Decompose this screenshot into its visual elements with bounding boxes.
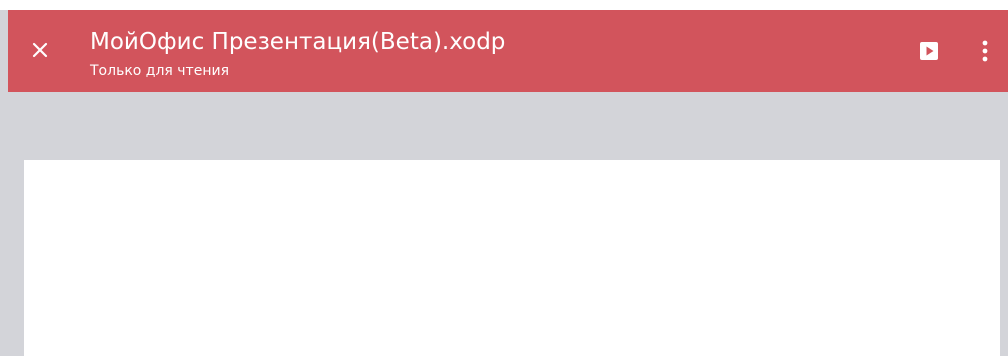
more-options-button[interactable] (970, 32, 1000, 70)
close-button[interactable] (22, 32, 58, 68)
play-slideshow-button[interactable] (910, 32, 948, 70)
document-mode-label: Только для чтения (90, 63, 230, 79)
play-icon (920, 42, 938, 60)
more-vertical-icon (982, 40, 988, 62)
close-icon (32, 42, 48, 58)
slide-canvas[interactable] (24, 160, 1000, 356)
app-bar: МойОфис Презентация(Beta).xodp Только дл… (8, 10, 1008, 92)
document-title: МойОфис Презентация(Beta).xodp (90, 29, 506, 55)
status-strip (0, 0, 1008, 10)
app-window: МойОфис Презентация(Beta).xodp Только дл… (0, 0, 1008, 356)
